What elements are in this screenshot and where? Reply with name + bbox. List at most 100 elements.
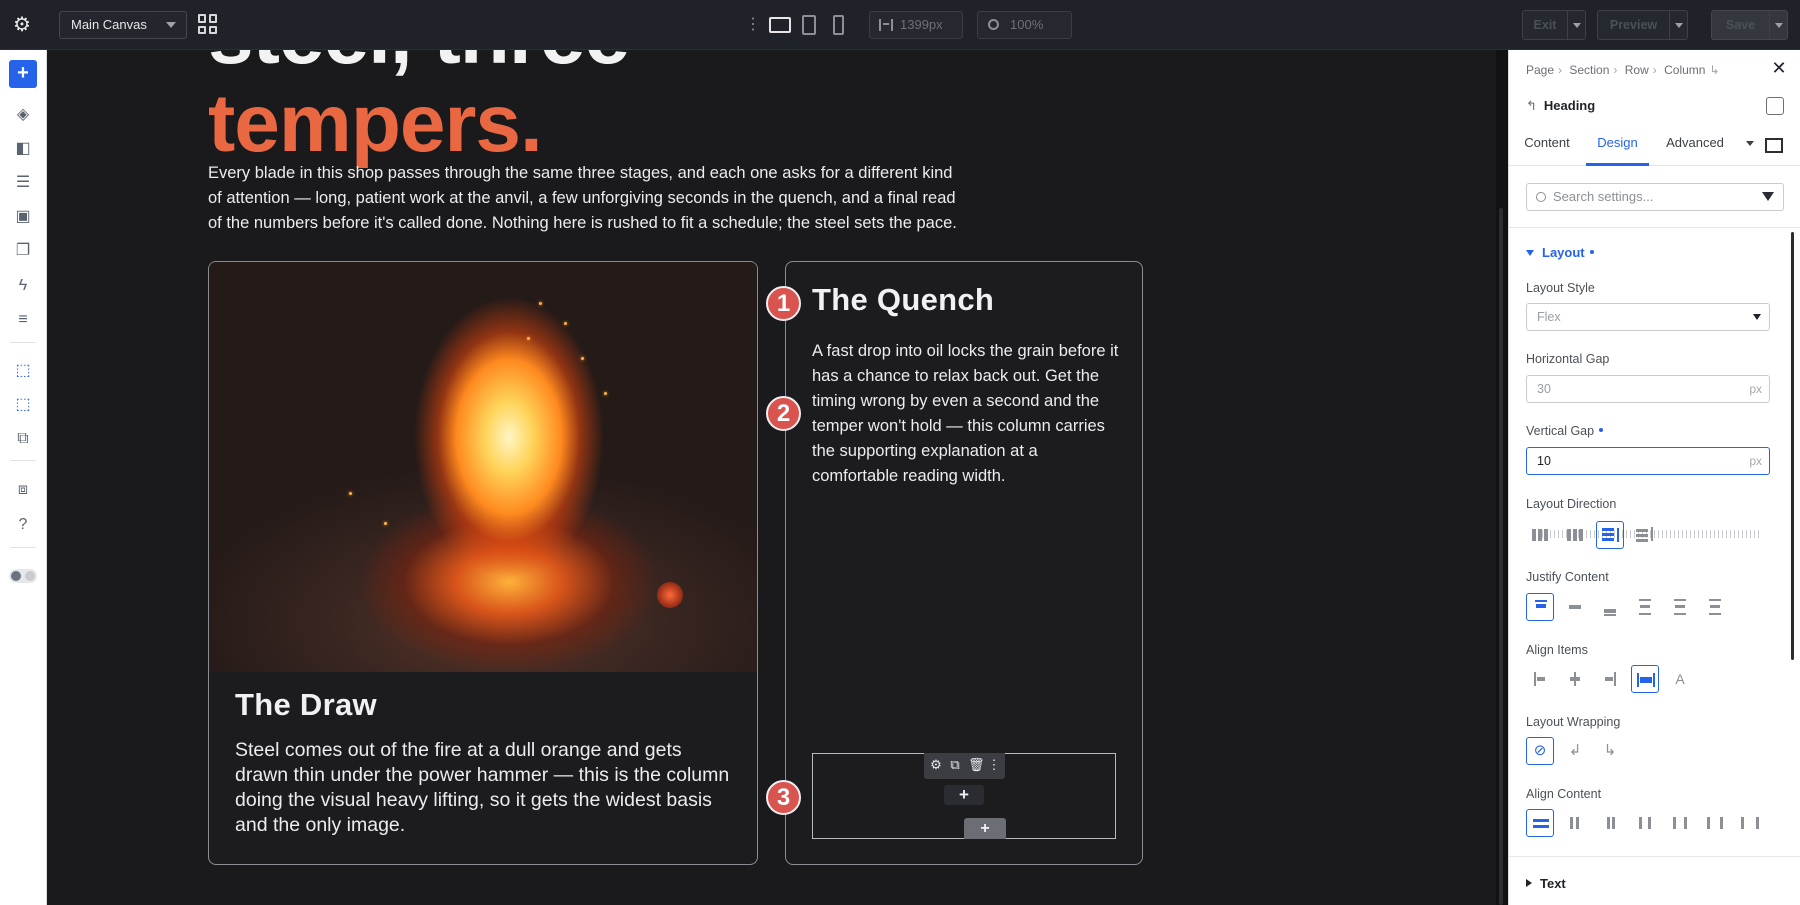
- horizontal-gap-unit[interactable]: px: [1749, 376, 1762, 402]
- expand-triangle-icon: [1526, 250, 1534, 256]
- back-arrow-icon[interactable]: ↰: [1526, 98, 1537, 113]
- chevron-down-icon[interactable]: [1746, 141, 1754, 146]
- exit-label: Exit: [1533, 18, 1557, 32]
- wrap-icon[interactable]: ↲: [1561, 737, 1589, 765]
- breadcrumb-column[interactable]: Column: [1664, 63, 1705, 77]
- pages-icon[interactable]: ❐: [12, 240, 34, 262]
- marker-badge-2: 2: [766, 396, 801, 431]
- canvas-scrollbar[interactable]: [1496, 50, 1508, 905]
- breadcrumb-section[interactable]: Section: [1569, 63, 1609, 77]
- layout-group-label: Layout: [1542, 245, 1585, 260]
- help-icon[interactable]: ?: [12, 514, 34, 536]
- modified-dot: [1589, 250, 1594, 254]
- breadcrumb-row[interactable]: Row: [1625, 63, 1649, 77]
- align-center-icon[interactable]: [1561, 665, 1589, 693]
- breadcrumb-page[interactable]: Page: [1526, 63, 1554, 77]
- interactions-lightning-icon[interactable]: ϟ: [12, 275, 34, 297]
- tab-advanced[interactable]: Advanced: [1657, 126, 1733, 166]
- add-below-button[interactable]: +: [964, 818, 1006, 839]
- divider: [1509, 856, 1800, 857]
- element-options-icon[interactable]: [1766, 97, 1784, 115]
- card-quench-title[interactable]: The Quench: [812, 282, 994, 318]
- align-content-evenly-icon[interactable]: [1701, 809, 1729, 837]
- close-icon[interactable]: ✕: [1771, 59, 1787, 77]
- more-options-icon[interactable]: ⋮: [986, 757, 1002, 773]
- empty-dropzone[interactable]: ⚙ ⧉ 🗑 ⋮ + +: [812, 753, 1116, 839]
- align-end-icon[interactable]: [1596, 665, 1624, 693]
- stack-icon[interactable]: ⧈: [12, 479, 34, 501]
- column-card-quench[interactable]: The Quench A fast drop into oil locks th…: [785, 261, 1143, 865]
- search-settings-input[interactable]: Search settings...: [1526, 183, 1784, 211]
- align-start-icon[interactable]: [1526, 665, 1554, 693]
- card-draw-title[interactable]: The Draw: [235, 687, 377, 723]
- card-quench-body[interactable]: A fast drop into oil locks the grain bef…: [812, 339, 1122, 489]
- wrap-reverse-icon[interactable]: ↳: [1596, 737, 1624, 765]
- justify-space-evenly-icon[interactable]: [1701, 593, 1729, 621]
- add-inside-button[interactable]: +: [944, 785, 984, 805]
- gear-icon[interactable]: ⚙: [928, 757, 944, 773]
- text-group-header[interactable]: Text: [1526, 876, 1566, 891]
- grid-icon[interactable]: [198, 14, 218, 34]
- phone-device-icon[interactable]: [833, 15, 844, 35]
- preview-dropdown-toggle[interactable]: [1669, 11, 1687, 39]
- horizontal-gap-input[interactable]: 30 px: [1526, 375, 1770, 403]
- layers-icon[interactable]: ◈: [12, 104, 34, 126]
- more-options-icon[interactable]: ⋮: [745, 14, 761, 36]
- box-model-icon[interactable]: [1765, 138, 1783, 153]
- search-placeholder: Search settings...: [1553, 189, 1654, 204]
- save-dropdown-toggle[interactable]: [1769, 11, 1787, 39]
- settings-gear-icon[interactable]: ⚙: [10, 13, 34, 37]
- column-card-draw[interactable]: The Draw Steel comes out of the fire at …: [208, 261, 758, 865]
- theme-toggle[interactable]: [9, 569, 37, 583]
- exit-dropdown-toggle[interactable]: [1567, 11, 1585, 39]
- templates-icon[interactable]: ⧉: [12, 428, 34, 450]
- card-draw-body[interactable]: Steel comes out of the fire at a dull or…: [235, 738, 735, 838]
- align-content-end-icon[interactable]: [1596, 809, 1624, 837]
- multi-select-cursor-icon[interactable]: ⬚: [12, 394, 34, 416]
- panel-scrollbar[interactable]: [1791, 232, 1794, 660]
- align-content-around-icon[interactable]: [1666, 809, 1694, 837]
- tab-design[interactable]: Design: [1586, 126, 1649, 166]
- align-content-start-icon[interactable]: [1526, 809, 1554, 837]
- trash-icon[interactable]: 🗑: [968, 757, 985, 773]
- tablet-device-icon[interactable]: [802, 15, 816, 35]
- vertical-gap-unit[interactable]: px: [1749, 448, 1762, 474]
- list-icon[interactable]: ≡: [12, 309, 34, 331]
- preview-button[interactable]: Preview: [1597, 10, 1688, 40]
- vertical-gap-input[interactable]: 10 px: [1526, 447, 1770, 475]
- zoom-field[interactable]: 100%: [977, 11, 1072, 39]
- justify-space-between-icon[interactable]: [1631, 593, 1659, 621]
- database-icon[interactable]: ☰: [12, 172, 34, 194]
- align-baseline-icon[interactable]: A: [1666, 665, 1694, 693]
- page-heading[interactable]: steel, three tempers.: [208, 50, 630, 168]
- tab-content[interactable]: Content: [1519, 126, 1575, 166]
- select-cursor-icon[interactable]: ⬚: [12, 360, 34, 382]
- direction-row-reverse-icon[interactable]: [1561, 521, 1589, 549]
- filter-icon[interactable]: [1762, 192, 1774, 201]
- justify-start-icon[interactable]: [1526, 593, 1554, 621]
- layout-group-header[interactable]: Layout: [1526, 245, 1594, 260]
- layout-style-select[interactable]: Flex: [1526, 303, 1770, 331]
- canvas-select[interactable]: Main Canvas: [59, 11, 187, 39]
- justify-end-icon[interactable]: [1596, 593, 1624, 621]
- align-content-center-icon[interactable]: [1561, 809, 1589, 837]
- align-content-label: Align Content: [1526, 787, 1602, 801]
- exit-button[interactable]: Exit: [1522, 10, 1586, 40]
- duplicate-icon[interactable]: ⧉: [947, 757, 963, 773]
- direction-column-icon[interactable]: [1596, 521, 1624, 549]
- align-content-between-icon[interactable]: [1631, 809, 1659, 837]
- align-stretch-icon[interactable]: [1631, 665, 1659, 693]
- align-content-stretch-icon[interactable]: [1736, 809, 1764, 837]
- direction-row-icon[interactable]: [1526, 521, 1554, 549]
- desktop-device-icon[interactable]: [769, 17, 791, 33]
- justify-space-around-icon[interactable]: [1666, 593, 1694, 621]
- justify-center-icon[interactable]: [1561, 593, 1589, 621]
- direction-column-reverse-icon[interactable]: [1631, 521, 1659, 549]
- forms-icon[interactable]: ▣: [12, 206, 34, 228]
- add-element-icon[interactable]: +: [9, 60, 37, 88]
- lead-paragraph[interactable]: Every blade in this shop passes through …: [208, 161, 968, 236]
- style-kit-icon[interactable]: ◧: [12, 138, 34, 160]
- save-button[interactable]: Save: [1711, 10, 1788, 40]
- no-wrap-icon[interactable]: ⊘: [1526, 737, 1554, 765]
- canvas-width-field[interactable]: 1399px: [869, 11, 963, 39]
